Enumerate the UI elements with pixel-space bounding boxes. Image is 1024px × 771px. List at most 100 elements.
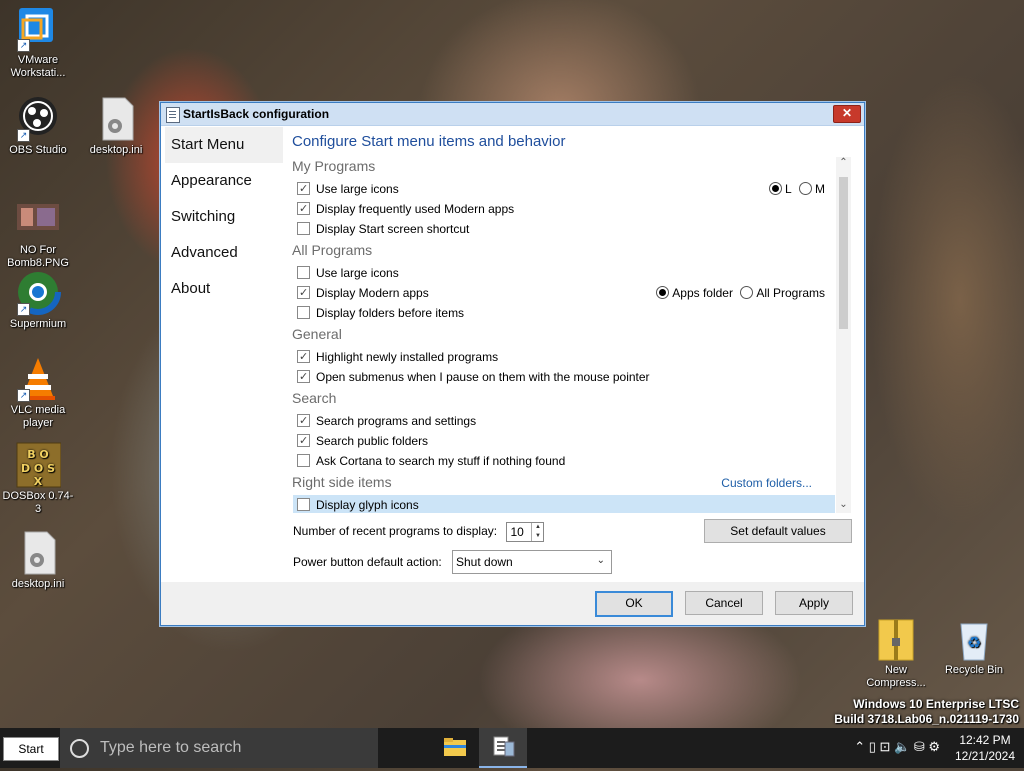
desktop-icon-obs[interactable]: ↗ OBS Studio: [0, 96, 76, 157]
taskbar-file-explorer[interactable]: [430, 728, 478, 768]
nav-advanced[interactable]: Advanced: [165, 235, 283, 271]
desktop-icon-dosbox[interactable]: B OD O SX DOSBox 0.74-3: [0, 442, 76, 516]
options-scrollbar[interactable]: ⌃ ⌄: [836, 157, 851, 513]
taskbar-search-box[interactable]: Type here to search: [60, 728, 378, 768]
stepper-value[interactable]: 10: [510, 525, 523, 539]
option-row[interactable]: Use large icons L M: [297, 179, 829, 199]
window-title: StartIsBack configuration: [183, 107, 330, 121]
option-row[interactable]: Display folders before items: [297, 303, 829, 323]
radio-label: M: [815, 182, 825, 196]
desktop-icon-recycle-bin[interactable]: ♻ Recycle Bin: [936, 616, 1012, 677]
clock-time: 12:42 PM: [959, 733, 1011, 747]
scroll-up-icon[interactable]: ⌃: [836, 157, 851, 171]
apps-folder-radio[interactable]: [656, 286, 670, 300]
desktop-icon-compressed[interactable]: New Compress...: [858, 616, 934, 690]
options-scroll-area[interactable]: My Programs Use large icons L M Display …: [291, 157, 851, 513]
group-my-programs: My Programs: [292, 158, 376, 174]
scroll-down-icon[interactable]: ⌄: [836, 499, 851, 513]
option-row[interactable]: Open submenus when I pause on them with …: [297, 367, 829, 387]
option-row[interactable]: Search programs and settings: [297, 411, 829, 431]
config-app-icon: [493, 736, 515, 757]
desktop-icon-png[interactable]: NO For Bomb8.PNG: [0, 196, 76, 270]
stepper-buttons[interactable]: ▲ ▼: [531, 523, 543, 541]
desktop-icon-label: Supermium: [9, 318, 67, 330]
config-window: StartIsBack configuration ✕ Start Menu A…: [160, 102, 865, 626]
folder-icon: [444, 738, 466, 756]
group-right-side: Right side items Custom folders...: [292, 474, 832, 490]
option-row[interactable]: Display frequently used Modern apps: [297, 199, 829, 219]
recent-programs-stepper[interactable]: 10 ▲ ▼: [506, 522, 545, 542]
highlight-new-checkbox[interactable]: [297, 347, 310, 367]
all-programs-radio[interactable]: [740, 286, 754, 300]
taskbar-startisback[interactable]: [479, 728, 527, 768]
option-label: Highlight newly installed programs: [316, 350, 499, 364]
scrollbar-thumb[interactable]: [839, 177, 848, 329]
chevron-down-icon[interactable]: ▼: [535, 533, 541, 539]
nav-about[interactable]: About: [165, 271, 283, 307]
svg-text:B O: B O: [27, 448, 49, 461]
option-label: Use large icons: [316, 182, 399, 196]
dosbox-icon: B OD O SX: [15, 442, 62, 488]
watermark-edition: Windows 10 Enterprise LTSC: [853, 697, 1019, 711]
cancel-button[interactable]: Cancel: [685, 591, 763, 615]
open-submenus-checkbox[interactable]: [297, 367, 310, 387]
option-row[interactable]: Highlight newly installed programs: [297, 347, 829, 367]
desktop-icon-desktop-ini-2[interactable]: desktop.ini: [0, 530, 76, 591]
set-default-values-button[interactable]: Set default values: [704, 519, 852, 543]
radio-label: L: [784, 182, 792, 196]
close-button[interactable]: ✕: [833, 105, 861, 123]
chevron-up-icon[interactable]: ▲: [535, 524, 541, 530]
ap-folders-before-checkbox[interactable]: [297, 306, 310, 320]
option-row[interactable]: Display Modern apps Apps folder All Prog…: [297, 283, 829, 303]
start-button[interactable]: Start: [3, 737, 59, 761]
search-cortana-checkbox[interactable]: [297, 454, 310, 468]
option-label: Open submenus when I pause on them with …: [316, 370, 650, 384]
custom-folders-link[interactable]: Custom folders...: [721, 476, 812, 490]
nav-appearance[interactable]: Appearance: [165, 163, 283, 199]
power-action-select[interactable]: Shut down ⌄: [452, 550, 612, 574]
size-m-radio[interactable]: [799, 182, 812, 196]
title-bar[interactable]: StartIsBack configuration ✕: [161, 103, 864, 126]
desktop-icon-label: DOSBox 0.74-3: [2, 490, 74, 515]
tray-icons[interactable]: ⌃ ▯ ⊡ 🔈 ⛁ ⚙: [854, 739, 940, 755]
page-heading: Configure Start menu items and behavior: [292, 133, 566, 150]
nav-switching[interactable]: Switching: [165, 199, 283, 235]
option-label: Search public folders: [316, 434, 429, 448]
clock[interactable]: 12:42 PM 12/21/2024: [950, 732, 1020, 764]
power-button-label: Power button default action:: [293, 555, 442, 569]
group-all-programs: All Programs: [292, 242, 373, 258]
desktop-icon-vmware[interactable]: ↗ VMware Workstati...: [0, 6, 76, 80]
desktop-icon-label: VLC media player: [10, 404, 66, 429]
search-programs-checkbox[interactable]: [297, 411, 310, 431]
clock-date: 12/21/2024: [954, 749, 1016, 763]
desktop-icon-label: desktop.ini: [89, 144, 143, 156]
option-row[interactable]: Use large icons: [297, 263, 829, 283]
desktop-icon-vlc[interactable]: ↗ VLC media player: [0, 356, 76, 430]
mp-large-icons-checkbox[interactable]: [297, 179, 310, 199]
content-panel: Configure Start menu items and behavior …: [291, 127, 861, 581]
search-public-checkbox[interactable]: [297, 431, 310, 451]
ap-modern-apps-checkbox[interactable]: [297, 283, 310, 303]
mp-frequent-modern-checkbox[interactable]: [297, 199, 310, 219]
option-row[interactable]: Ask Cortana to search my stuff if nothin…: [297, 451, 829, 471]
cortana-icon[interactable]: [70, 739, 89, 758]
zip-folder-icon: [873, 616, 919, 662]
option-row[interactable]: Search public folders: [297, 431, 829, 451]
settings-file-icon: [93, 96, 139, 142]
apply-button[interactable]: Apply: [775, 591, 853, 615]
nav-start-menu[interactable]: Start Menu: [165, 127, 283, 163]
radio-label: Apps folder: [672, 286, 733, 300]
glyph-icons-checkbox[interactable]: [297, 498, 310, 512]
option-row[interactable]: Display Start screen shortcut: [297, 219, 829, 239]
option-label: Display Start screen shortcut: [316, 222, 470, 236]
desktop-icon-label: VMware Workstati...: [10, 54, 66, 79]
size-l-radio[interactable]: [768, 182, 782, 196]
vlc-icon: ↗: [15, 356, 61, 402]
ap-large-icons-checkbox[interactable]: [297, 266, 310, 280]
option-row[interactable]: Display glyph icons: [293, 495, 835, 513]
ok-button[interactable]: OK: [595, 591, 673, 617]
desktop-icon-supermium[interactable]: ↗ Supermium: [0, 269, 76, 331]
group-title-label: Right side items: [292, 474, 392, 490]
desktop-icon-desktop-ini[interactable]: desktop.ini: [78, 96, 154, 157]
mp-start-shortcut-checkbox[interactable]: [297, 222, 310, 236]
